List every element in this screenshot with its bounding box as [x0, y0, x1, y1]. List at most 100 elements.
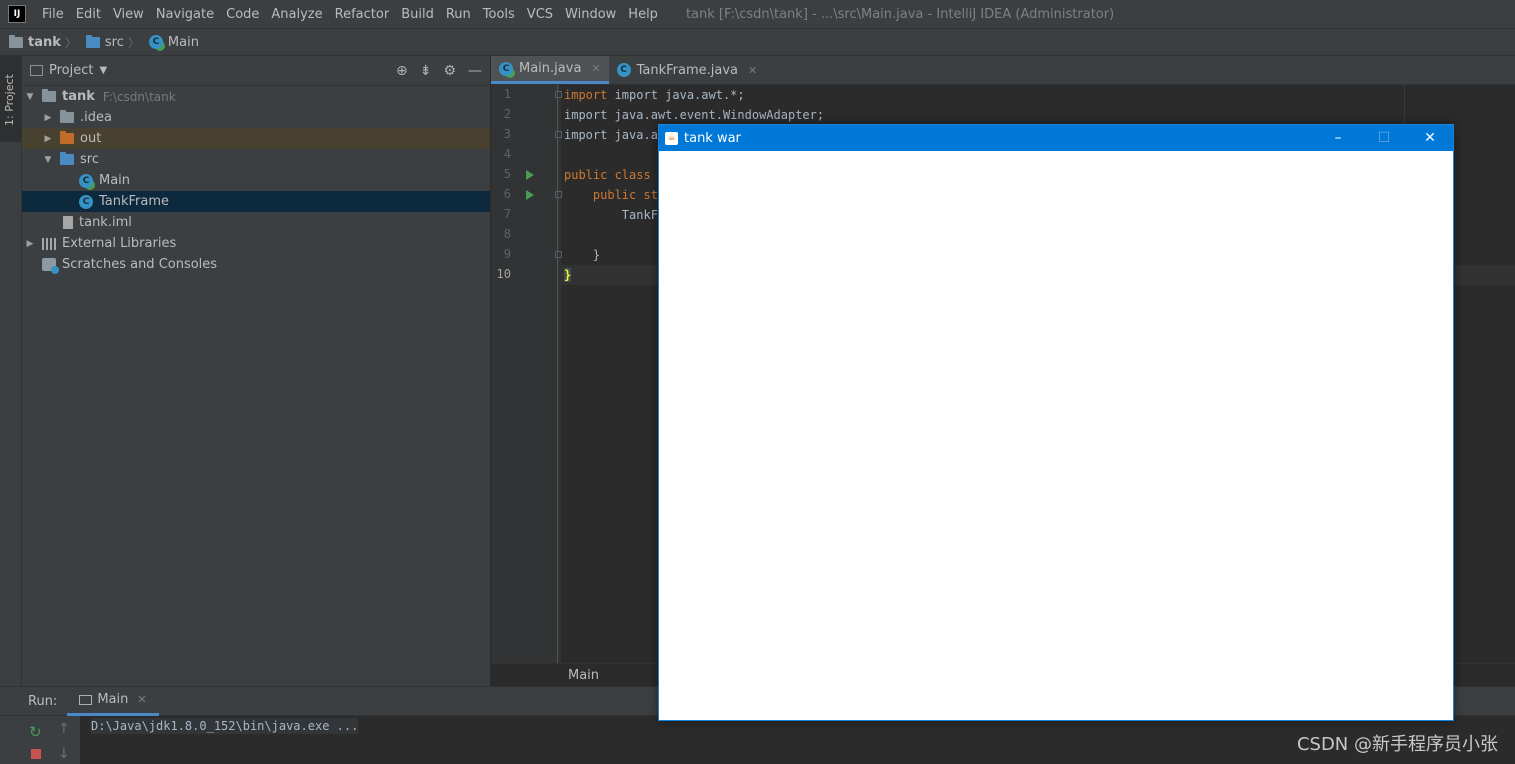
tab-label: TankFrame.java: [636, 62, 739, 78]
left-tool-strip: 1: Project: [0, 56, 22, 686]
code-line[interactable]: public class M: [564, 165, 665, 185]
tree-node-label: TankFrame: [99, 194, 170, 209]
code-line[interactable]: import java.aw: [564, 125, 665, 145]
collapse-all-icon[interactable]: ⇟: [420, 63, 432, 79]
code-line[interactable]: TankFr: [564, 205, 665, 225]
project-panel-title: Project: [49, 63, 94, 78]
console-command-line[interactable]: D:\Java\jdk1.8.0_152\bin\java.exe ...: [91, 718, 359, 734]
excluded-folder-icon: [60, 131, 74, 144]
tree-node-path: F:\csdn\tank: [102, 89, 176, 104]
folder-icon: [85, 34, 100, 48]
java-class-icon: C: [616, 63, 631, 77]
tree-node-label: out: [80, 131, 102, 146]
line-number: 10: [496, 267, 511, 281]
menu-refactor[interactable]: Refactor: [329, 7, 396, 22]
breadcrumb-project[interactable]: tank: [9, 34, 61, 50]
collapsed-arrow-icon[interactable]: ▶: [24, 239, 36, 249]
tank-war-window: ☕ tank war – ☐ ✕: [658, 124, 1454, 721]
game-canvas[interactable]: [659, 151, 1453, 720]
run-toolbar: ↻ ↑ ↓: [22, 716, 80, 764]
collapsed-arrow-icon[interactable]: ▶: [42, 134, 54, 144]
tree-node-label: tank.iml: [79, 215, 132, 230]
chevron-down-icon: ▼: [99, 65, 108, 76]
line-number: 4: [503, 147, 511, 161]
code-line[interactable]: import java.awt.event.WindowAdapter;: [564, 105, 824, 125]
tree-node-label: Main: [99, 173, 131, 188]
project-view-selector[interactable]: Project ▼: [30, 63, 107, 78]
expanded-arrow-icon[interactable]: ▼: [24, 92, 36, 102]
menu-navigate[interactable]: Navigate: [150, 7, 220, 22]
breadcrumb-folder[interactable]: src: [85, 34, 124, 50]
menu-tools[interactable]: Tools: [477, 7, 521, 22]
java-app-icon: ☕: [665, 131, 678, 145]
run-gutter-icon[interactable]: [526, 190, 534, 200]
expanded-arrow-icon[interactable]: ▼: [42, 155, 54, 165]
line-number: 1: [503, 87, 511, 101]
project-icon: [30, 65, 43, 76]
menu-analyze[interactable]: Analyze: [265, 7, 328, 22]
folder-icon: [42, 89, 56, 102]
code-line[interactable]: }: [564, 265, 572, 285]
minimize-button[interactable]: –: [1315, 125, 1361, 151]
tree-node-label: Scratches and Consoles: [62, 257, 218, 272]
tree-node-external-libraries[interactable]: ▶ External Libraries: [22, 233, 490, 254]
close-icon[interactable]: ✕: [137, 693, 146, 706]
run-panel-label: Run:: [28, 693, 58, 709]
gear-icon[interactable]: ⚙: [443, 63, 456, 79]
tree-node-tankframe[interactable]: C TankFrame: [22, 191, 490, 212]
run-tab-main[interactable]: Main ✕: [67, 687, 159, 716]
menu-run[interactable]: Run: [440, 7, 477, 22]
menu-vcs[interactable]: VCS: [521, 7, 559, 22]
menu-help[interactable]: Help: [622, 7, 664, 22]
run-gutter-icon[interactable]: [526, 170, 534, 180]
code-line[interactable]: import import java.awt.*;: [564, 85, 745, 105]
menu-build[interactable]: Build: [395, 7, 440, 22]
library-icon: [42, 237, 56, 250]
editor-breadcrumb-label[interactable]: Main: [568, 668, 599, 683]
code-text: import java.awt.*;: [614, 88, 745, 102]
tab-tankframe-java[interactable]: C TankFrame.java ✕: [609, 56, 766, 84]
arrow-up-icon[interactable]: ↑: [58, 721, 70, 737]
project-tool-tab[interactable]: 1: Project: [0, 56, 21, 142]
menu-view[interactable]: View: [107, 7, 150, 22]
java-class-icon: C: [79, 173, 93, 188]
menu-bar: IJ File Edit View Navigate Code Analyze …: [0, 0, 1515, 28]
arrow-down-icon[interactable]: ↓: [58, 746, 70, 762]
menu-edit[interactable]: Edit: [70, 7, 107, 22]
matched-brace: }: [564, 268, 572, 282]
breadcrumb-file[interactable]: C Main: [148, 35, 199, 50]
tree-node-tank-iml[interactable]: tank.iml: [22, 212, 490, 233]
locate-target-icon[interactable]: ⊕: [396, 63, 408, 79]
tree-node-scratches[interactable]: Scratches and Consoles: [22, 254, 490, 275]
tree-node-label: src: [80, 152, 99, 167]
project-panel: Project ▼ ⊕ ⇟ ⚙ — ▼ tank F:\csdn\tank ▶ …: [22, 56, 490, 686]
tree-node-main[interactable]: C Main: [22, 170, 490, 191]
close-icon[interactable]: ✕: [591, 62, 600, 75]
code-line[interactable]: }: [564, 245, 600, 265]
line-number: 2: [503, 107, 511, 121]
editor-gutter: 1 2 3 4 5 6 7 8 9 10: [491, 85, 562, 663]
tree-node-label: External Libraries: [62, 236, 177, 251]
breadcrumb-separator-icon: 〉: [64, 35, 77, 50]
tab-main-java[interactable]: C Main.java ✕: [491, 56, 609, 84]
tree-node-out[interactable]: ▶ out: [22, 128, 490, 149]
close-icon[interactable]: ✕: [748, 64, 757, 77]
folder-icon: [60, 110, 74, 123]
stop-icon[interactable]: [31, 749, 41, 759]
code-line[interactable]: public sta: [564, 185, 665, 205]
project-tool-tab-label: 1: Project: [3, 74, 16, 126]
hide-panel-icon[interactable]: —: [468, 63, 482, 79]
menu-code[interactable]: Code: [220, 7, 265, 22]
tree-node-idea[interactable]: ▶ .idea: [22, 107, 490, 128]
tree-node-src[interactable]: ▼ src: [22, 149, 490, 170]
rerun-icon[interactable]: ↻: [29, 723, 42, 741]
menu-file[interactable]: File: [36, 7, 70, 22]
maximize-button[interactable]: ☐: [1361, 125, 1407, 151]
menu-window[interactable]: Window: [559, 7, 622, 22]
close-button[interactable]: ✕: [1407, 125, 1453, 151]
collapsed-arrow-icon[interactable]: ▶: [42, 113, 54, 123]
window-titlebar[interactable]: ☕ tank war – ☐ ✕: [659, 125, 1453, 151]
tree-node-label: tank: [62, 89, 95, 104]
breadcrumb-project-label: tank: [28, 34, 61, 50]
tree-node-project-root[interactable]: ▼ tank F:\csdn\tank: [22, 86, 490, 107]
